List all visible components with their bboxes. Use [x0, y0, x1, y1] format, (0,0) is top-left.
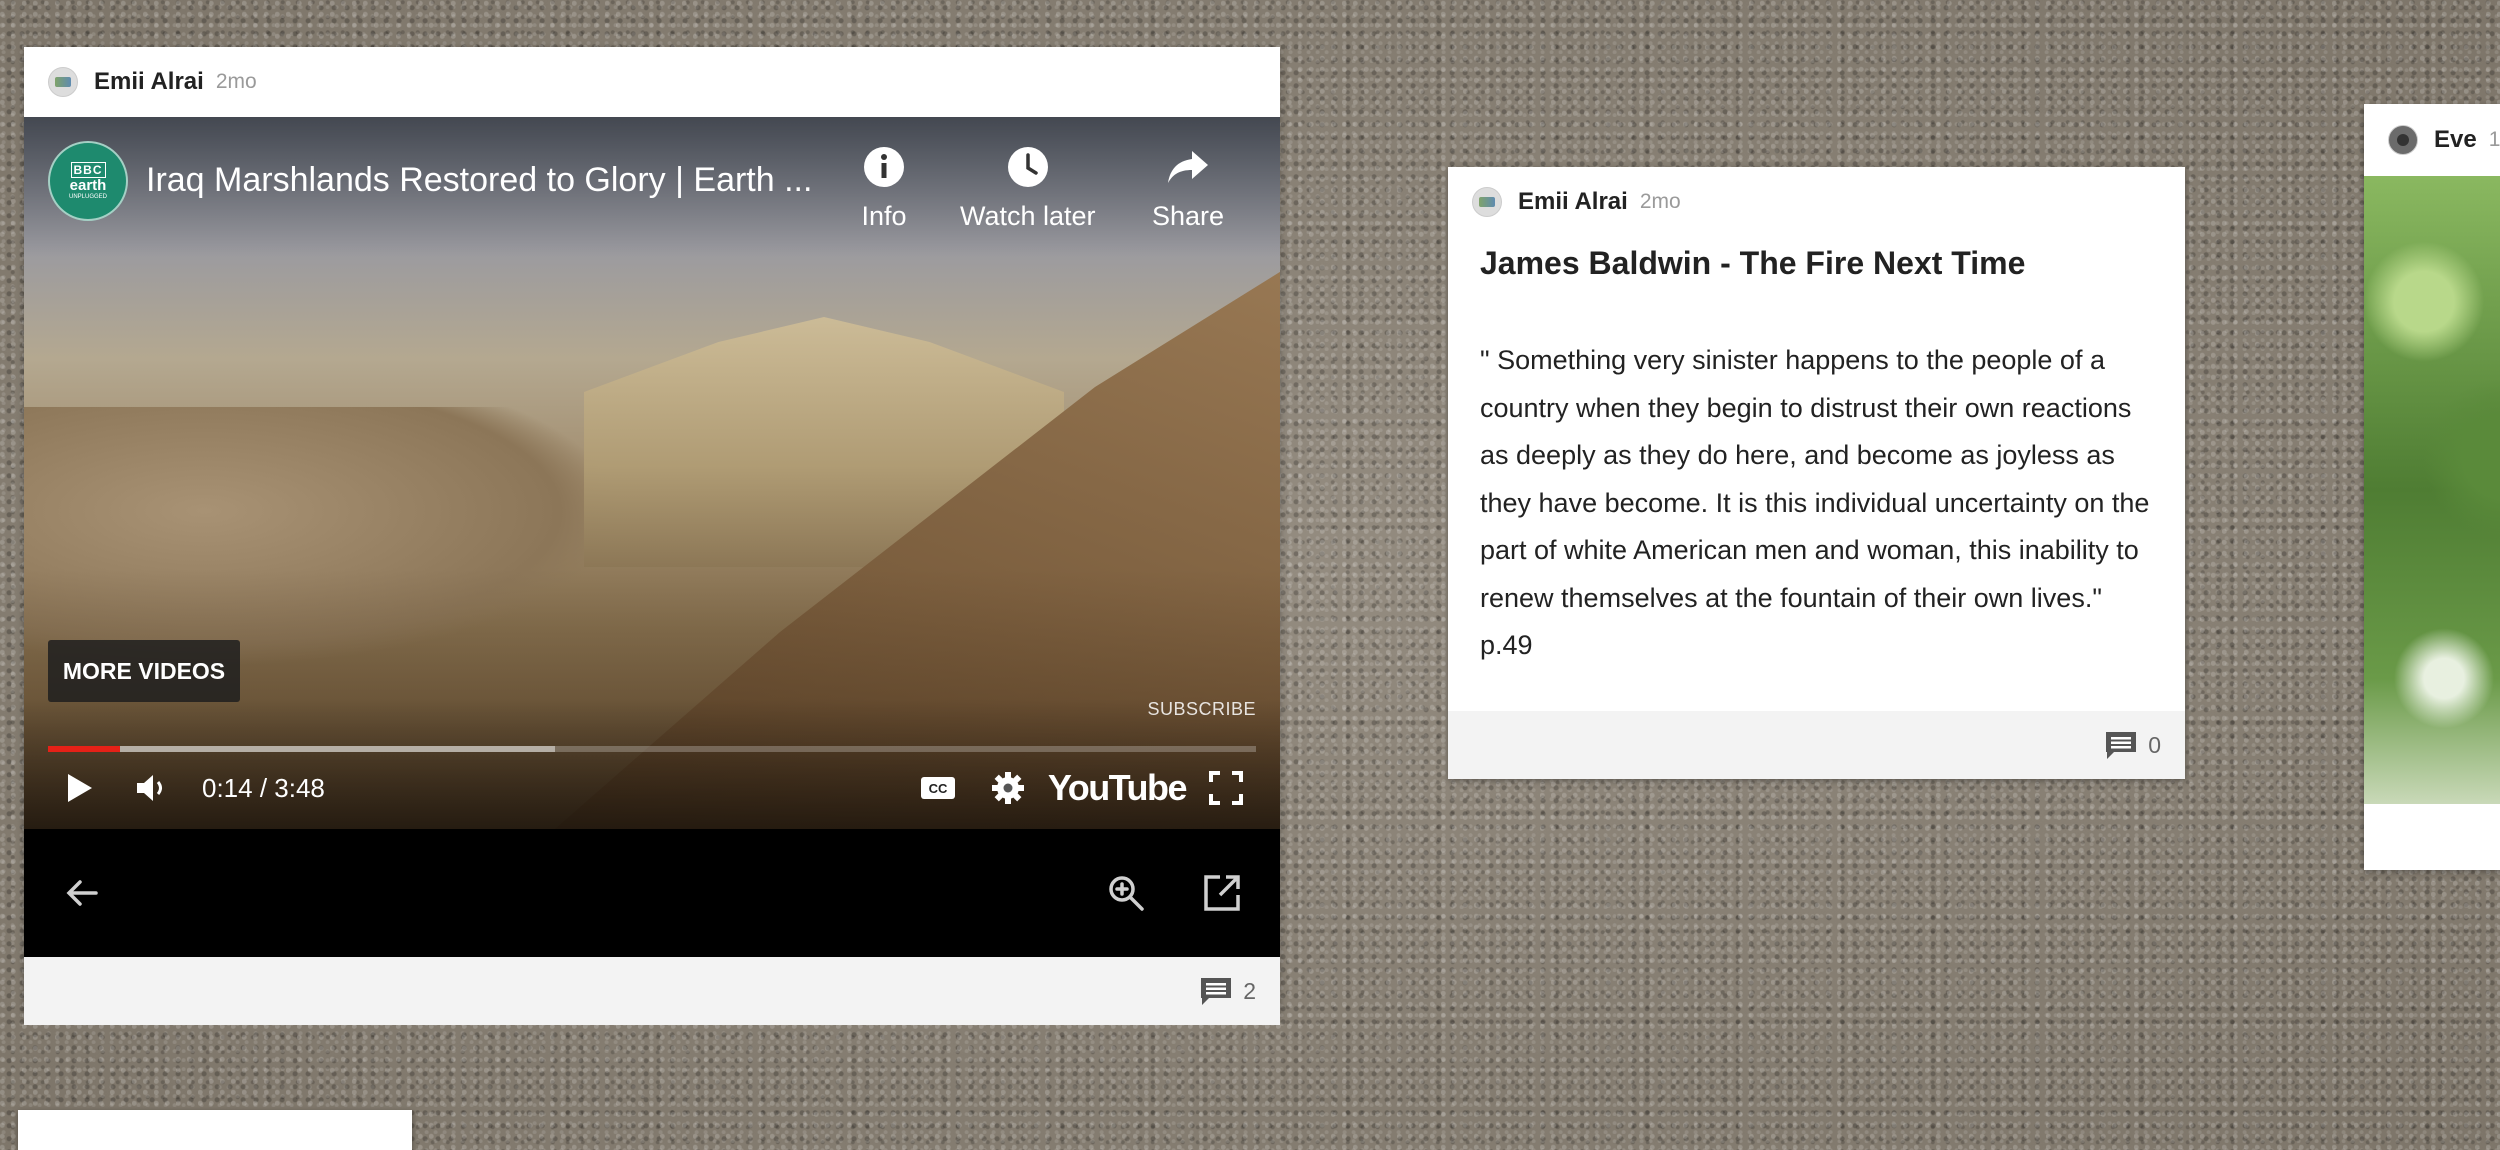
post-header: Emii Alrai 2mo — [24, 47, 1280, 117]
time-display: 0:14 / 3:48 — [202, 772, 325, 803]
post-footer: 0 — [1448, 711, 2185, 779]
channel-logo[interactable]: BBC earth UNPLUGGED — [48, 141, 128, 221]
post-card-partial[interactable] — [18, 1110, 412, 1150]
captions-button[interactable]: CC — [918, 768, 958, 808]
progress-buffered — [48, 746, 556, 752]
post-header: Eve 1m — [2364, 104, 2500, 176]
post-header: Emii Alrai 2mo — [1448, 167, 2185, 237]
avatar[interactable] — [48, 67, 78, 97]
youtube-logo[interactable]: YouTube — [1048, 767, 1188, 809]
settings-button[interactable] — [988, 768, 1028, 808]
share-arrow-icon — [1168, 151, 1209, 183]
media-toolbar — [24, 829, 1280, 957]
info-label: Info — [861, 201, 907, 231]
zoom-in-icon[interactable] — [1104, 871, 1148, 915]
comment-icon[interactable] — [1199, 976, 1233, 1006]
player-controls: 0:14 / 3:48 CC YouTube — [24, 757, 1280, 819]
post-time: 2mo — [215, 70, 257, 93]
fullscreen-icon — [1209, 771, 1243, 805]
channel-logo-earth: earth — [69, 177, 107, 194]
info-icon — [864, 147, 904, 187]
post-time: 1m — [2488, 128, 2500, 151]
volume-icon — [137, 775, 162, 801]
gear-icon — [991, 772, 1024, 804]
author-name[interactable]: Emii Alrai — [1518, 188, 1628, 216]
subscribe-watermark[interactable]: SUBSCRIBE — [1147, 699, 1256, 720]
author-name[interactable]: Emii Alrai — [94, 68, 204, 96]
closed-captions-icon: CC — [920, 777, 955, 799]
youtube-player[interactable]: BBC earth UNPLUGGED Iraq Marshlands Rest… — [24, 117, 1280, 829]
more-videos-button[interactable]: MORE VIDEOS — [48, 640, 240, 702]
share-label: Share — [1152, 201, 1225, 231]
video-post-card: Emii Alrai 2mo BBC earth UNPLUGGED Iraq … — [24, 47, 1280, 1025]
comment-count: 2 — [1243, 977, 1256, 1004]
back-arrow-icon[interactable] — [60, 871, 104, 915]
clock-icon — [1007, 147, 1048, 187]
svg-text:CC: CC — [928, 781, 947, 796]
progress-played — [48, 746, 121, 752]
post-title: James Baldwin - The Fire Next Time — [1480, 245, 2026, 281]
channel-logo-unplugged: UNPLUGGED — [68, 194, 107, 200]
avatar[interactable] — [2388, 125, 2418, 155]
avatar[interactable] — [1472, 187, 1502, 217]
post-footer: 2 — [24, 957, 1280, 1025]
text-post-card[interactable]: Emii Alrai 2mo James Baldwin - The Fire … — [1448, 167, 2185, 779]
author-name[interactable]: Eve — [2434, 126, 2477, 154]
progress-bar[interactable] — [48, 746, 1256, 752]
channel-logo-bbc: BBC — [70, 162, 106, 178]
comment-icon[interactable] — [2104, 730, 2138, 760]
play-button[interactable] — [58, 768, 98, 808]
post-image[interactable] — [2364, 176, 2500, 804]
volume-button[interactable] — [132, 768, 172, 808]
video-title[interactable]: Iraq Marshlands Restored to Glory | Eart… — [146, 161, 856, 200]
post-time: 2mo — [1639, 190, 1681, 213]
share-button[interactable]: Share — [1152, 143, 1224, 232]
watch-later-label: Watch later — [960, 201, 1096, 231]
comment-count: 0 — [2148, 731, 2161, 758]
info-button[interactable]: Info — [860, 143, 908, 232]
play-icon — [68, 774, 92, 802]
fullscreen-button[interactable] — [1206, 768, 1246, 808]
post-body: " Something very sinister happens to the… — [1480, 345, 2150, 660]
watch-later-button[interactable]: Watch later — [960, 143, 1096, 232]
image-post-card[interactable]: Eve 1m — [2364, 104, 2500, 870]
open-external-icon[interactable] — [1200, 871, 1244, 915]
